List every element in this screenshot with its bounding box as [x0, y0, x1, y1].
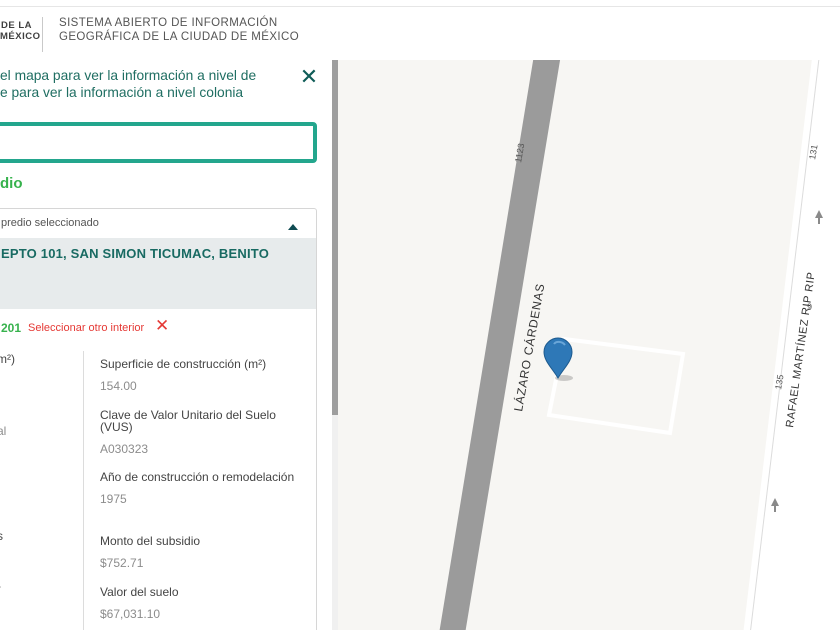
section-title: dio [0, 175, 23, 192]
header-divider [42, 17, 43, 52]
left-field-fragment-1: m²) [0, 352, 15, 366]
field-value: 1975 [100, 492, 127, 506]
field-construction-area: Superficie de construcción (m²) 154.00 [100, 358, 310, 393]
collapse-caret-icon[interactable] [288, 224, 298, 230]
search-input[interactable] [0, 122, 317, 163]
field-label: Año de construcción o remodelación [100, 470, 295, 484]
info-panel: el mapa para ver la información a nivel … [0, 60, 332, 630]
field-label: Superficie de construcción (m²) [100, 357, 267, 371]
field-value: 154.00 [100, 379, 137, 393]
app-title-line-1: SISTEMA ABIERTO DE INFORMACIÓN [59, 17, 278, 29]
logo-line-1: DE LA [1, 20, 32, 31]
map-canvas[interactable]: LÁZARO CÁRDENAS RAFAEL MARTÍNEZ RIP RIP … [338, 60, 840, 630]
card-header[interactable]: predio seleccionado [0, 209, 316, 238]
field-value: $752.71 [100, 556, 144, 570]
interior-row: 201 Seleccionar otro interior ✕ [0, 316, 316, 340]
field-land-value: Valor del suelo $67,031.10 [100, 586, 310, 621]
column-divider [83, 351, 84, 630]
field-construction-year: Año de construcción o remodelación 1975 [100, 471, 310, 506]
field-subsidy: Monto del subsidio $752.71 [100, 535, 310, 570]
select-other-interior-link[interactable]: Seleccionar otro interior [28, 322, 144, 334]
left-field-fragment-5: - [0, 579, 1, 593]
logo-line-2: MÉXICO [0, 31, 41, 42]
address-box: EPTO 101, SAN SIMON TICUMAC, BENITO [0, 238, 316, 309]
left-field-fragment-2: al [0, 424, 7, 438]
instructions: el mapa para ver la información a nivel … [0, 67, 290, 101]
left-field-fragment-4: s [0, 529, 3, 543]
house-number-9: 9 [807, 302, 812, 312]
app-title-line-2: GEOGRÁFICA DE LA CIUDAD DE MÉXICO [59, 31, 300, 43]
field-label: Valor del suelo [100, 585, 179, 599]
address-text: EPTO 101, SAN SIMON TICUMAC, BENITO [1, 246, 270, 261]
field-label: Clave de Valor Unitario del Suelo (VUS) [100, 408, 276, 434]
field-vus: Clave de Valor Unitario del Suelo (VUS) … [100, 409, 310, 456]
field-label: Monto del subsidio [100, 534, 201, 548]
cdmx-logo[interactable]: DE LA MÉXICO [0, 20, 41, 42]
street-rafael-martinez [743, 60, 840, 630]
map-svg: LÁZARO CÁRDENAS RAFAEL MARTÍNEZ RIP RIP … [439, 60, 840, 630]
predio-card: predio seleccionado EPTO 101, SAN SIMON … [0, 208, 317, 630]
top-strip [0, 0, 840, 7]
field-value: A030323 [100, 442, 149, 456]
app-header: DE LA MÉXICO SISTEMA ABIERTO DE INFORMAC… [0, 7, 840, 60]
close-icon[interactable]: ✕ [298, 66, 320, 88]
app-title: SISTEMA ABIERTO DE INFORMACIÓN GEOGRÁFIC… [59, 16, 299, 44]
remove-icon[interactable]: ✕ [155, 316, 169, 336]
instruction-line-1: el mapa para ver la información a nivel … [0, 68, 257, 83]
instruction-line-2: e para ver la información a nivel coloni… [0, 85, 244, 100]
interior-number: 201 [1, 321, 22, 335]
field-value: $67,031.10 [100, 607, 161, 621]
card-header-label: predio seleccionado [1, 217, 99, 229]
map-pin-icon[interactable] [543, 337, 573, 381]
